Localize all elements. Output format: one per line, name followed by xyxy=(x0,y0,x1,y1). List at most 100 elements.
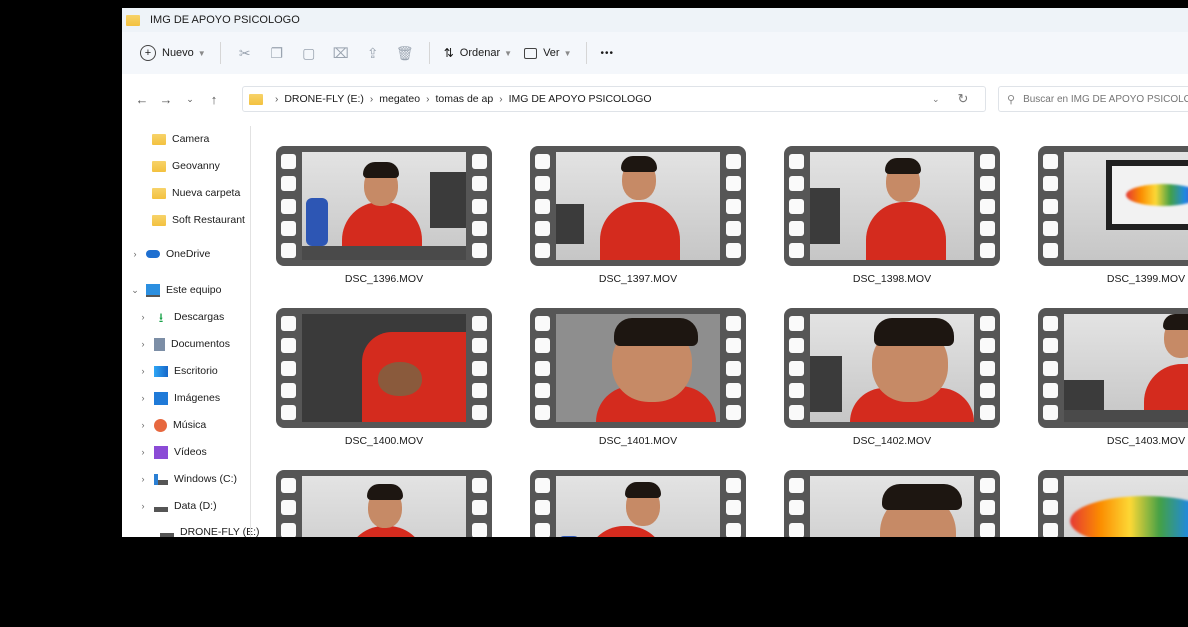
chevron-right-icon[interactable]: › xyxy=(136,366,150,376)
sidebar-item-soft-restaurant[interactable]: Soft Restaurant xyxy=(122,209,245,231)
refresh-icon[interactable]: ↻ xyxy=(958,91,969,107)
share-icon[interactable]: ⇪ xyxy=(360,45,386,62)
sidebar-item-documentos[interactable]: › Documentos xyxy=(122,333,230,355)
file-tile[interactable]: DSC_1403.MOV xyxy=(1038,308,1188,447)
back-arrow-icon[interactable]: ← xyxy=(130,92,154,107)
file-name: DSC_1397.MOV xyxy=(598,273,678,285)
chevron-right-icon[interactable]: › xyxy=(136,312,150,322)
sidebar-item-onedrive[interactable]: › OneDrive xyxy=(122,243,211,265)
cut-icon[interactable]: ✂ xyxy=(232,45,258,62)
up-arrow-icon[interactable]: ↑ xyxy=(202,92,226,107)
address-dropdown-icon[interactable]: ⌄ xyxy=(932,94,940,105)
forward-arrow-icon[interactable]: → xyxy=(154,92,178,107)
sidebar-item-camera[interactable]: Camera xyxy=(122,128,209,150)
rename-icon[interactable]: ⌧ xyxy=(328,45,354,62)
sort-button[interactable]: ⇅ Ordenar ▼ xyxy=(438,39,518,67)
file-explorer-window: IMG DE APOYO PSICOLOGO + Nuevo ▼ ✂ ❐ ▢ ⌧… xyxy=(122,8,1188,537)
file-name: DSC_1403.MOV xyxy=(1106,435,1186,447)
sidebar-item-drone-fly[interactable]: DRONE-FLY (E:) xyxy=(122,524,260,537)
file-tile[interactable]: DSC_1399.MOV xyxy=(1038,146,1188,285)
windows-drive-icon xyxy=(154,473,168,485)
paste-icon[interactable]: ▢ xyxy=(296,45,322,62)
chevron-right-icon[interactable]: › xyxy=(136,474,150,484)
file-name: DSC_1399.MOV xyxy=(1106,273,1186,285)
file-tile[interactable]: DSC_1397.MOV xyxy=(530,146,746,285)
search-input[interactable] xyxy=(1021,92,1188,106)
breadcrumb-separator: › xyxy=(499,93,503,105)
breadcrumb-separator: › xyxy=(426,93,430,105)
pictures-icon xyxy=(154,391,168,405)
video-thumbnail xyxy=(530,308,746,428)
sidebar-item-label: OneDrive xyxy=(166,248,211,260)
file-tile[interactable] xyxy=(276,470,492,537)
divider xyxy=(219,42,221,64)
breadcrumb-megateo[interactable]: megateo xyxy=(379,93,420,105)
file-name: DSC_1401.MOV xyxy=(598,435,678,447)
sidebar-item-label: Este equipo xyxy=(166,284,222,296)
chevron-right-icon[interactable]: › xyxy=(136,393,150,403)
file-tile[interactable]: DSC_1398.MOV xyxy=(784,146,1000,285)
file-tile[interactable] xyxy=(784,470,1000,537)
chevron-right-icon[interactable]: › xyxy=(128,249,142,259)
chevron-down-icon[interactable]: ⌄ xyxy=(128,285,142,296)
chevron-right-icon[interactable]: › xyxy=(136,447,150,457)
plus-icon: + xyxy=(140,45,156,61)
chevron-right-icon[interactable]: › xyxy=(136,339,150,349)
delete-icon[interactable]: 🗑 xyxy=(392,45,418,62)
view-button[interactable]: Ver ▼ xyxy=(518,39,577,67)
drive-icon xyxy=(154,500,168,512)
chevron-down-icon: ▼ xyxy=(504,48,513,58)
breadcrumb-drive[interactable]: DRONE-FLY (E:) xyxy=(284,93,364,105)
sidebar-item-este-equipo[interactable]: ⌄ Este equipo xyxy=(122,279,221,301)
chevron-down-icon: ▼ xyxy=(197,48,206,58)
more-options-button[interactable]: ••• xyxy=(595,39,621,67)
music-icon xyxy=(154,418,167,432)
file-tile[interactable]: DSC_1401.MOV xyxy=(530,308,746,447)
file-tile[interactable]: DSC_1396.MOV xyxy=(276,146,492,285)
chevron-right-icon[interactable]: › xyxy=(136,420,150,430)
pane-divider xyxy=(250,126,251,537)
file-tile[interactable]: DSC_1402.MOV xyxy=(784,308,1000,447)
folder-icon xyxy=(126,14,140,26)
new-button[interactable]: + Nuevo ▼ xyxy=(134,39,212,67)
sidebar-item-label: Descargas xyxy=(174,311,225,323)
chevron-right-icon[interactable]: › xyxy=(136,501,150,511)
video-thumbnail xyxy=(1038,146,1188,266)
file-tile[interactable]: DSC_1400.MOV xyxy=(276,308,492,447)
view-button-label: Ver xyxy=(543,47,560,59)
file-name: DSC_1396.MOV xyxy=(344,273,424,285)
address-tools: ⌄ ↻ xyxy=(932,86,968,112)
folder-icon xyxy=(152,133,166,145)
sidebar-item-label: Escritorio xyxy=(174,365,218,377)
breadcrumb[interactable]: › DRONE-FLY (E:) › megateo › tomas de ap… xyxy=(242,86,986,112)
folder-icon xyxy=(249,93,263,105)
file-tile[interactable] xyxy=(1038,470,1188,537)
videos-icon xyxy=(154,445,168,459)
video-thumbnail xyxy=(276,470,492,537)
sidebar-item-descargas[interactable]: › ⭳ Descargas xyxy=(122,306,225,328)
recent-locations-icon[interactable]: ⌄ xyxy=(178,94,202,105)
search-box[interactable]: ⚲ xyxy=(998,86,1188,112)
sidebar-item-data-d[interactable]: › Data (D:) xyxy=(122,495,217,517)
sidebar-item-label: Documentos xyxy=(171,338,230,350)
breadcrumb-current[interactable]: IMG DE APOYO PSICOLOGO xyxy=(509,93,652,105)
video-thumbnail xyxy=(530,146,746,266)
sidebar-item-nueva-carpeta[interactable]: Nueva carpeta xyxy=(122,182,240,204)
video-thumbnail xyxy=(276,146,492,266)
sidebar-item-label: Nueva carpeta xyxy=(172,187,241,199)
computer-icon xyxy=(146,283,160,297)
sidebar-item-windows-c[interactable]: › Windows (C:) xyxy=(122,468,238,490)
navigation-pane: Camera Geovanny Nueva carpeta Soft Resta… xyxy=(122,126,260,537)
breadcrumb-tomas[interactable]: tomas de ap xyxy=(435,93,493,105)
window-title: IMG DE APOYO PSICOLOGO xyxy=(150,14,300,26)
more-icon: ••• xyxy=(600,47,615,59)
sidebar-item-imagenes[interactable]: › Imágenes xyxy=(122,387,220,409)
video-thumbnail xyxy=(784,470,1000,537)
sidebar-item-escritorio[interactable]: › Escritorio xyxy=(122,360,218,382)
sidebar-item-label: Vídeos xyxy=(174,446,207,458)
sidebar-item-musica[interactable]: › Música xyxy=(122,414,206,436)
sidebar-item-geovanny[interactable]: Geovanny xyxy=(122,155,220,177)
copy-icon[interactable]: ❐ xyxy=(264,45,290,62)
sidebar-item-videos[interactable]: › Vídeos xyxy=(122,441,207,463)
file-tile[interactable] xyxy=(530,470,746,537)
